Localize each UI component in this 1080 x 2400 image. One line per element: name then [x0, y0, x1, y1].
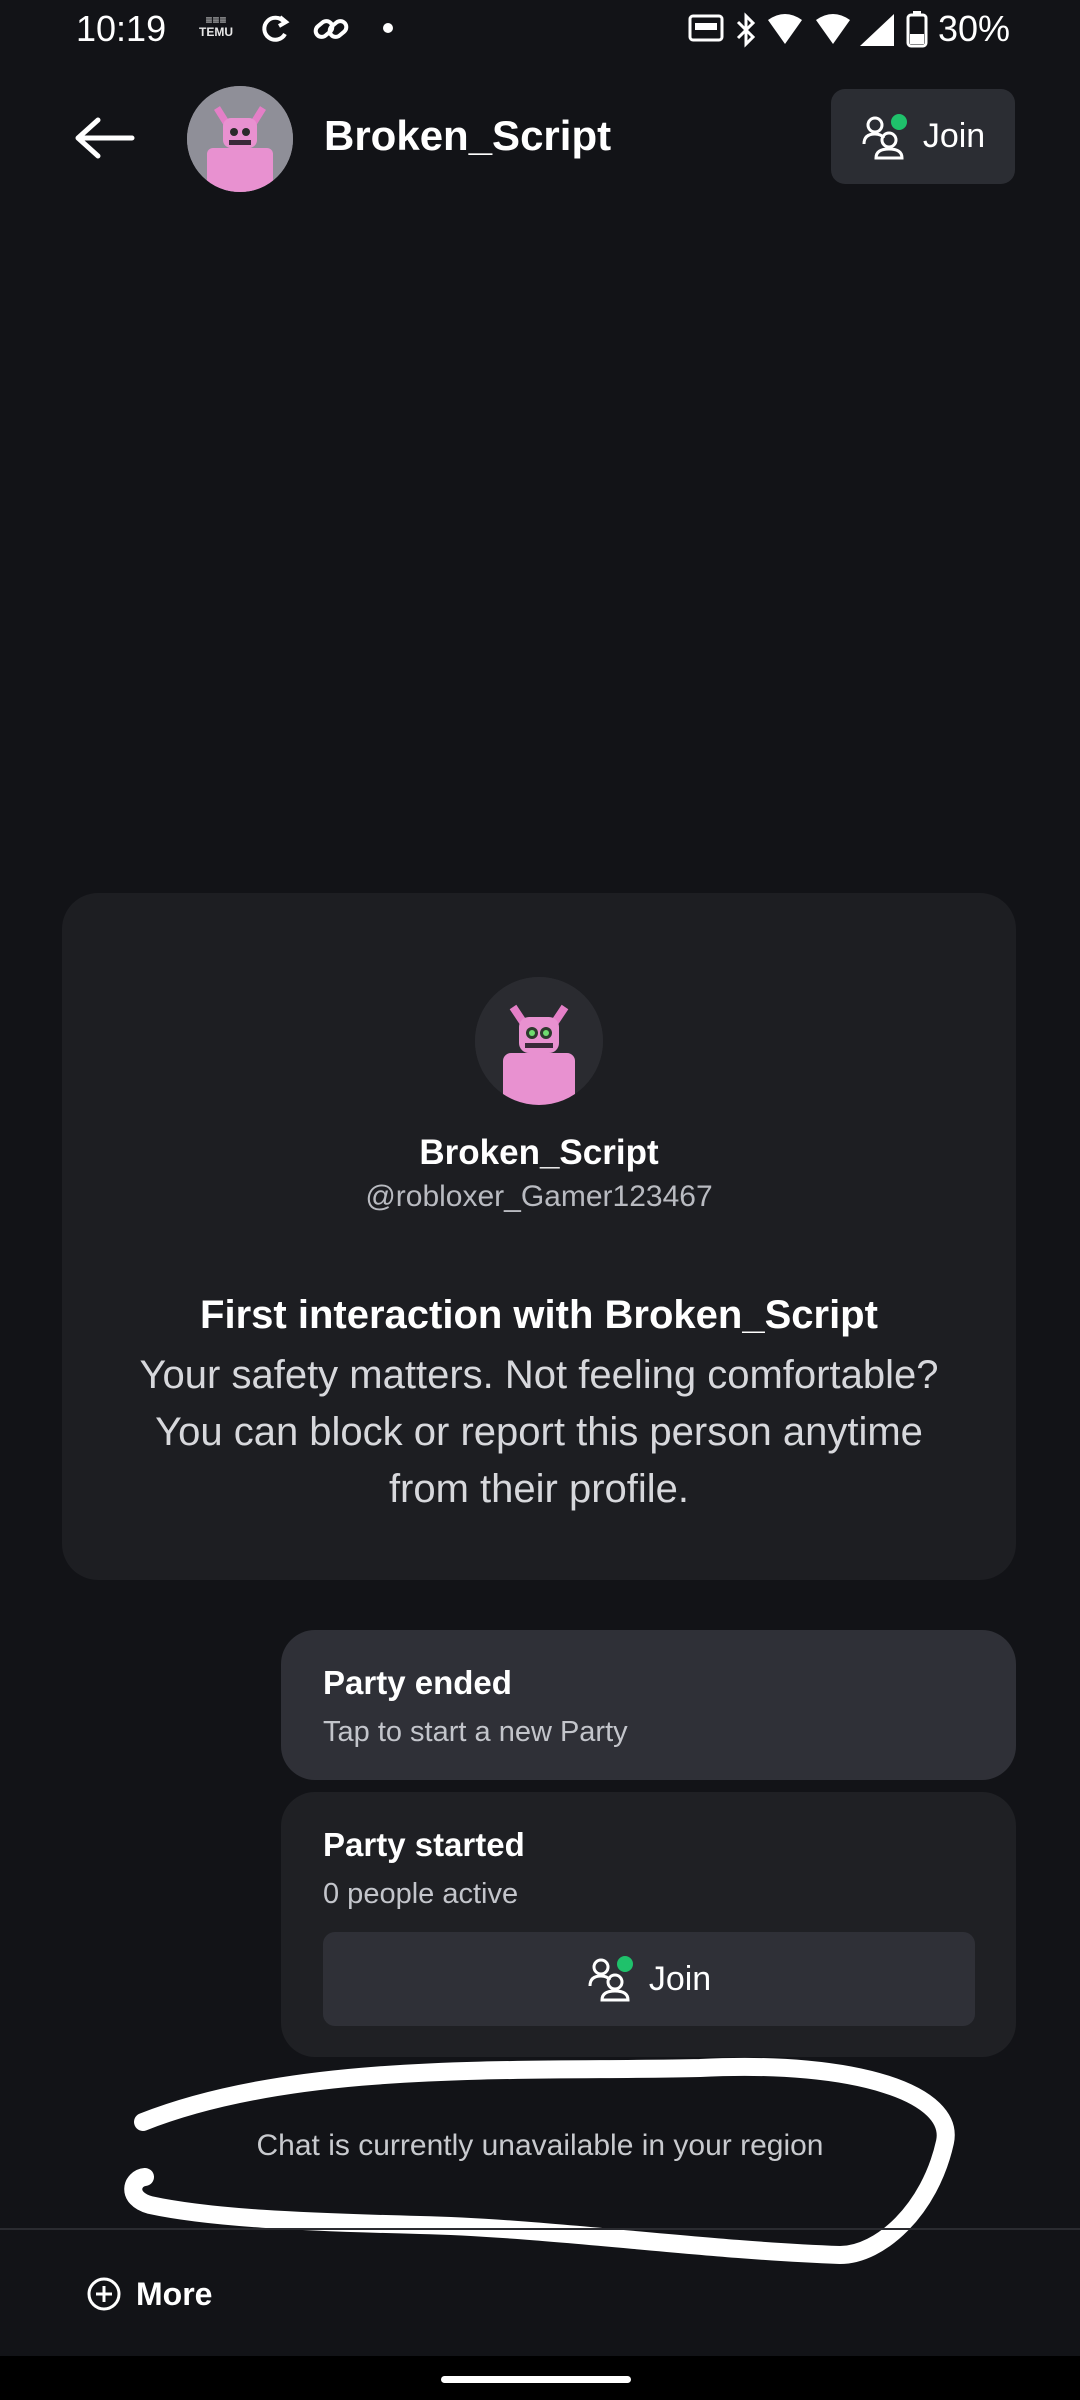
wifi-icon: [768, 14, 802, 44]
party-started-title: Party started: [323, 1826, 525, 1863]
composer-divider: [0, 2228, 1080, 2230]
temu-icon-label: TEMU: [199, 25, 233, 39]
first-interaction-card: Broken_Script @robloxer_Gamer123467 Firs…: [62, 893, 1016, 1580]
temu-icon: ≡≡≡ TEMU: [196, 14, 236, 38]
back-arrow-icon: [75, 117, 135, 159]
card-avatar: [475, 977, 603, 1105]
status-time: 10:19: [76, 8, 167, 49]
party-people-icon: [588, 1956, 633, 2002]
party-people-icon: [862, 113, 907, 159]
contact-name[interactable]: Broken_Script: [324, 112, 611, 160]
back-button[interactable]: [70, 108, 140, 168]
avatar-image: [187, 86, 293, 192]
party-started-subtitle: 0 people active: [323, 1878, 519, 1910]
battery-icon: [906, 11, 928, 48]
more-button[interactable]: More: [86, 2272, 212, 2316]
refresh-icon: [262, 15, 290, 42]
chat-header: Broken_Script Join: [0, 70, 1080, 205]
party-join-label: Join: [648, 1959, 712, 1998]
status-bar: 10:19 ≡≡≡ TEMU 30%: [0, 0, 1080, 62]
card-display-name: Broken_Script: [419, 1133, 659, 1172]
dot-icon: [383, 23, 393, 33]
card-avatar-image: [475, 977, 603, 1105]
battery-percent: 30%: [937, 8, 1010, 49]
signal-icon: [860, 14, 894, 46]
wifi-icon: [816, 14, 850, 44]
avatar[interactable]: [187, 86, 293, 192]
plus-circle-icon: [87, 2277, 121, 2311]
card-username: @robloxer_Gamer123467: [365, 1180, 713, 1213]
link-icon: [313, 19, 349, 39]
bluetooth-icon: [736, 12, 756, 48]
home-gesture-handle[interactable]: [441, 2376, 631, 2383]
party-join-button[interactable]: Join: [323, 1932, 975, 2026]
join-party-label: Join: [922, 117, 986, 155]
safety-message: Your safety matters. Not feeling comfort…: [139, 1353, 939, 1511]
more-label: More: [136, 2275, 213, 2312]
party-ended-message[interactable]: Party ended Tap to start a new Party: [281, 1630, 1016, 1780]
party-started-message: Party started 0 people active Join: [281, 1792, 1016, 2057]
system-navigation-bar: [0, 2356, 1080, 2400]
join-party-button[interactable]: Join: [831, 89, 1015, 184]
party-ended-subtitle: Tap to start a new Party: [323, 1716, 628, 1748]
auto-hz-icon: [688, 14, 724, 42]
first-interaction-title: First interaction with Broken_Script: [200, 1293, 878, 1337]
party-ended-title: Party ended: [323, 1664, 512, 1701]
chat-unavailable-notice: Chat is currently unavailable in your re…: [256, 2129, 824, 2162]
